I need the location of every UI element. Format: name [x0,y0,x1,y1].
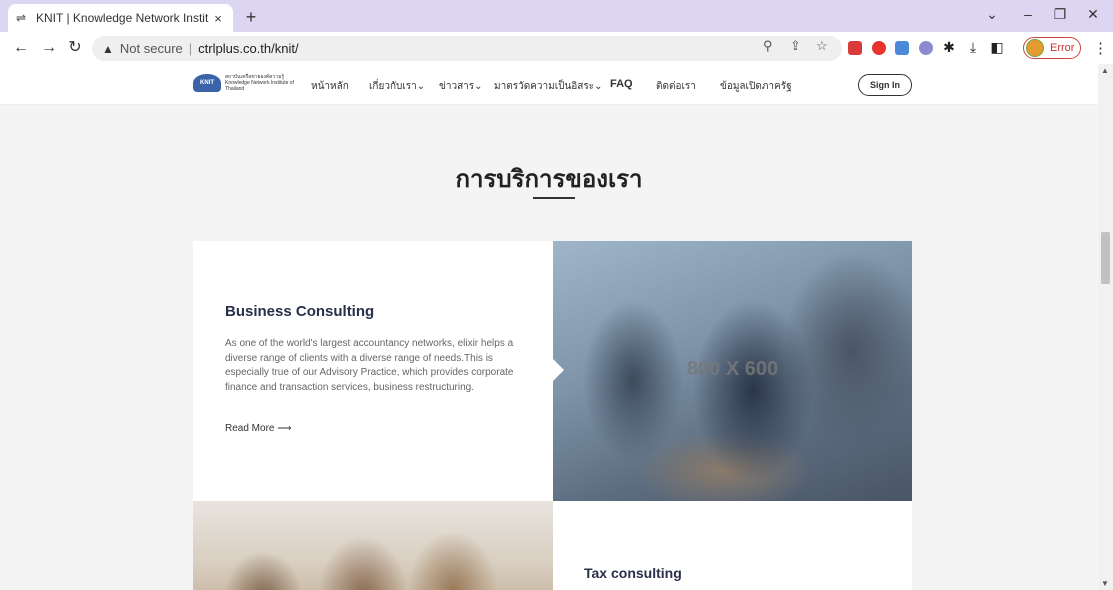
extension-red-icon[interactable] [848,41,862,55]
browser-toolbar: ← → ↻ ▲ Not secure | ctrlplus.co.th/knit… [0,32,1113,64]
reload-icon[interactable]: ↻ [66,39,84,57]
url-text[interactable]: ctrlplus.co.th/knit/ [198,41,298,56]
forward-icon[interactable]: → [40,39,58,57]
close-tab-icon[interactable]: × [211,11,225,26]
logo-mark: KNIT [193,74,221,92]
opera-extension-icon[interactable] [872,41,886,55]
extension-circle-icon[interactable] [919,41,933,55]
tab-search-icon[interactable]: ⌄ [982,6,1002,23]
card-body: As one of the world's largest accountanc… [225,338,514,393]
menu-kebab-icon[interactable]: ⋮ [1093,39,1108,57]
tab-strip: ⇌ KNIT | Knowledge Network Instit × + ⌄ … [0,0,1113,32]
bookmark-star-icon[interactable]: ☆ [816,38,828,54]
nav-home[interactable]: หน้าหลัก [311,79,349,94]
sign-in-button[interactable]: Sign In [858,74,912,96]
nav-faq[interactable]: FAQ [610,78,633,90]
warning-icon: ▲ [102,41,114,56]
tax-image-placeholder [193,501,553,590]
side-panel-icon[interactable]: ◧ [989,39,1005,56]
service-card-business: Business Consulting As one of the world'… [193,241,553,501]
nav-independence-index[interactable]: มาตรวัดความเป็นอิสระ⌄ [494,79,603,94]
restore-icon[interactable]: ❐ [1050,6,1070,23]
nav-news[interactable]: ข่าวสาร⌄ [439,79,483,94]
card-pointer [553,359,564,381]
share-icon[interactable]: ⇪ [790,38,801,54]
section-title: การบริการของเรา [455,165,643,193]
page-scrollbar[interactable]: ▲ ▼ [1098,64,1113,590]
card-heading: Business Consulting [225,303,375,320]
site-favicon-icon: ⇌ [16,11,27,25]
profile-error-button[interactable]: Error [1023,37,1081,59]
scrollbar-thumb[interactable] [1101,232,1110,284]
download-icon[interactable]: ⤓ [965,39,981,56]
new-tab-button[interactable]: + [240,6,262,28]
service-card-tax: Tax consulting [553,501,912,590]
logo-text: สถาบันเครือข่ายองค์ความรู้ Knowledge Net… [225,74,294,92]
zoom-icon[interactable]: ⚲ [763,38,773,54]
minimize-icon[interactable]: – [1018,6,1038,22]
browser-tab[interactable]: ⇌ KNIT | Knowledge Network Instit × [8,4,233,32]
site-logo[interactable]: KNIT สถาบันเครือข่ายองค์ความรู้ Knowledg… [193,74,295,92]
translate-extension-icon[interactable] [895,41,909,55]
profile-status-label: Error [1050,42,1075,54]
profile-avatar [1026,39,1044,57]
card-heading: Tax consulting [584,565,682,581]
title-underline [533,197,575,199]
read-more-link[interactable]: Read More ⟶ [225,423,292,434]
page-viewport: KNIT สถาบันเครือข่ายองค์ความรู้ Knowledg… [0,64,1098,590]
business-image-placeholder: 800 X 600 [553,241,912,501]
nav-about[interactable]: เกี่ยวกับเรา⌄ [369,79,425,94]
nav-open-data[interactable]: ข้อมูลเปิดภาครัฐ [720,79,792,94]
url-separator: | [188,41,193,56]
scroll-down-icon[interactable]: ▼ [1101,579,1109,588]
tab-title: KNIT | Knowledge Network Instit [36,11,209,25]
extensions-puzzle-icon[interactable]: ✱ [941,39,957,56]
security-status[interactable]: Not secure [120,41,183,56]
back-icon[interactable]: ← [12,39,30,57]
scroll-up-icon[interactable]: ▲ [1101,66,1109,75]
address-bar[interactable]: ▲ Not secure | ctrlplus.co.th/knit/ [92,36,842,61]
nav-contact[interactable]: ติดต่อเรา [656,79,696,94]
image-size-label: 800 X 600 [686,358,779,380]
close-window-icon[interactable]: ✕ [1083,6,1103,23]
site-header: KNIT สถาบันเครือข่ายองค์ความรู้ Knowledg… [0,64,1098,105]
